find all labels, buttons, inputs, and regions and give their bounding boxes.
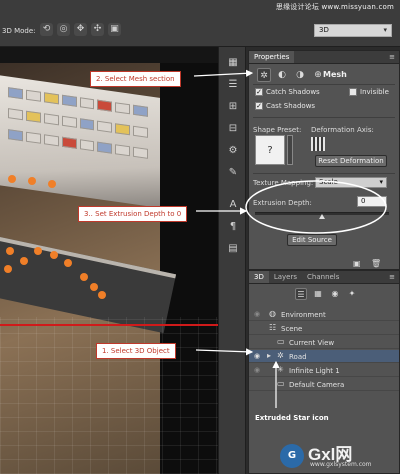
arrow-to-mesh-tab — [193, 69, 254, 77]
extrusion-highlight-ellipse — [245, 180, 387, 234]
annotation-overlay — [193, 69, 387, 408]
arrow-to-road-object — [195, 348, 254, 356]
